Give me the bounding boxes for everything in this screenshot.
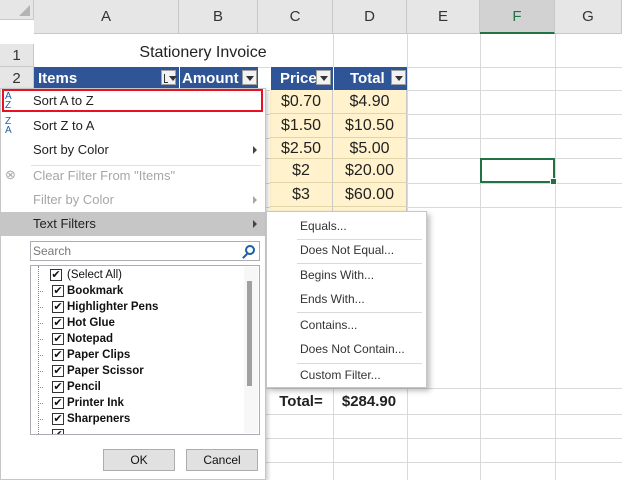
list-item-label: Paper Clips xyxy=(67,349,131,361)
select-all-corner[interactable] xyxy=(0,0,34,20)
total-filter-dropdown[interactable] xyxy=(391,70,406,85)
checkbox-icon[interactable]: ✔ xyxy=(52,413,64,425)
amount-filter-dropdown[interactable] xyxy=(242,70,257,85)
list-item-label: Sharpeners xyxy=(67,413,131,425)
does-not-contain-option[interactable]: Does Not Contain... xyxy=(300,337,405,361)
active-cell-f7[interactable] xyxy=(480,158,557,185)
checkbox-icon[interactable]: ✔ xyxy=(52,333,64,345)
price-cell[interactable]: $1.50 xyxy=(270,114,333,138)
submenu-arrow-icon xyxy=(253,196,257,204)
invoice-title[interactable]: Stationery Invoice xyxy=(34,44,372,62)
grand-total-label[interactable]: Total= xyxy=(270,390,332,414)
filter-search-input[interactable]: Search xyxy=(30,241,260,261)
total-cell[interactable]: $10.50 xyxy=(333,114,407,138)
list-item[interactable]: ✔ Hot Glue xyxy=(38,315,115,331)
checkbox-icon: ✔ xyxy=(52,429,64,434)
total-cell[interactable]: $4.90 xyxy=(333,90,407,114)
list-item-label: Highlighter Pens xyxy=(67,301,159,313)
column-header-e[interactable]: E xyxy=(407,0,480,34)
list-item-label: Notepad xyxy=(67,333,113,345)
column-header-b[interactable]: B xyxy=(179,0,258,34)
list-item-select-all[interactable]: ✔ (Select All) xyxy=(50,267,122,283)
total-cell[interactable]: $5.00 xyxy=(333,138,407,159)
checkbox-icon[interactable]: ✔ xyxy=(52,317,64,329)
price-cell[interactable]: $3 xyxy=(270,183,333,207)
clear-filter-icon: ⊗ xyxy=(5,167,16,182)
header-price[interactable]: Price xyxy=(270,67,333,90)
list-item[interactable]: ✔ Highlighter Pens xyxy=(38,299,159,315)
list-item-label: (Select All) xyxy=(67,269,122,281)
header-total-label: Total xyxy=(350,70,385,87)
list-item[interactable]: ✔ Paper Scissor xyxy=(38,363,144,379)
items-filter-dropdown[interactable] xyxy=(161,70,177,85)
checkbox-icon[interactable]: ✔ xyxy=(52,365,64,377)
list-item[interactable]: ✔ Printer Ink xyxy=(38,395,124,411)
grand-total-value[interactable]: $284.90 xyxy=(333,390,405,414)
search-placeholder: Search xyxy=(33,244,72,258)
search-icon xyxy=(245,245,255,255)
header-items[interactable]: Items xyxy=(34,67,179,90)
price-cell[interactable]: $2.50 xyxy=(270,138,333,159)
equals-option[interactable]: Equals... xyxy=(300,214,347,238)
header-price-label: Price xyxy=(280,70,317,87)
column-header-d[interactable]: D xyxy=(333,0,407,34)
header-amount-label: Amount xyxy=(182,70,239,87)
clear-filter[interactable]: ⊗ Clear Filter From "Items" xyxy=(1,164,265,188)
column-header-a[interactable]: A xyxy=(34,0,179,34)
list-item-label: Bookmark xyxy=(67,285,124,297)
sort-z-to-a[interactable]: ZA Sort Z to A xyxy=(1,114,265,138)
list-item-label: Printer Ink xyxy=(67,397,124,409)
text-filters-label: Text Filters xyxy=(33,216,96,231)
list-item-label: Pencil xyxy=(67,381,101,393)
custom-filter-option[interactable]: Custom Filter... xyxy=(300,363,381,387)
submenu-arrow-icon xyxy=(253,220,257,228)
sort-a-to-z-highlight xyxy=(2,89,263,112)
sort-by-color-label: Sort by Color xyxy=(33,142,109,157)
ok-button[interactable]: OK xyxy=(103,449,175,471)
column-header-f[interactable]: F xyxy=(480,0,555,34)
list-item[interactable]: ✔ Bookmark xyxy=(38,283,124,299)
row-header-1[interactable]: 1 xyxy=(0,44,34,67)
list-item-label: Paper Scissor xyxy=(67,365,144,377)
sort-za-icon: ZA xyxy=(5,116,12,136)
filter-by-color-label: Filter by Color xyxy=(33,192,114,207)
contains-option[interactable]: Contains... xyxy=(300,313,357,337)
row-header-2[interactable]: 2 xyxy=(0,67,34,90)
header-items-label: Items xyxy=(38,70,78,87)
column-header-c[interactable]: C xyxy=(258,0,333,34)
clear-filter-label: Clear Filter From "Items" xyxy=(33,168,176,183)
filter-value-list[interactable]: ✔ (Select All) ✔ Bookmark ✔ Highlighter Pe… xyxy=(30,265,260,435)
list-item[interactable]: ✔ Sharpeners xyxy=(38,411,131,427)
checkbox-icon[interactable]: ✔ xyxy=(52,285,64,297)
list-scrollbar[interactable] xyxy=(244,267,258,433)
price-cell[interactable]: $2 xyxy=(270,159,333,183)
checkbox-icon[interactable]: ✔ xyxy=(52,397,64,409)
list-item-label: Hot Glue xyxy=(67,317,115,329)
list-item[interactable]: ✔ Pencil xyxy=(38,379,101,395)
list-item[interactable]: ✔ Notepad xyxy=(38,331,113,347)
price-cell[interactable]: $0.70 xyxy=(270,90,333,114)
does-not-equal-option[interactable]: Does Not Equal... xyxy=(300,238,394,262)
checkbox-icon[interactable]: ✔ xyxy=(50,269,62,281)
begins-with-option[interactable]: Begins With... xyxy=(300,263,374,287)
checkbox-icon[interactable]: ✔ xyxy=(52,349,64,361)
header-amount[interactable]: Amount xyxy=(179,67,258,90)
submenu-arrow-icon xyxy=(253,146,257,154)
filter-by-color[interactable]: Filter by Color xyxy=(1,188,265,212)
column-header-g[interactable]: G xyxy=(555,0,622,34)
scrollbar-thumb[interactable] xyxy=(247,281,252,386)
header-total[interactable]: Total xyxy=(333,67,407,90)
cancel-button[interactable]: Cancel xyxy=(186,449,258,471)
text-filters[interactable]: Text Filters xyxy=(1,212,265,236)
sort-z-to-a-label: Sort Z to A xyxy=(33,118,95,133)
checkbox-icon[interactable]: ✔ xyxy=(52,301,64,313)
text-filters-submenu: Equals... Does Not Equal... Begins With.… xyxy=(266,211,427,388)
total-cell[interactable]: $60.00 xyxy=(333,183,407,207)
sort-by-color[interactable]: Sort by Color xyxy=(1,138,265,162)
ends-with-option[interactable]: Ends With... xyxy=(300,287,365,311)
list-item[interactable]: ✔ Paper Clips xyxy=(38,347,131,363)
price-filter-dropdown[interactable] xyxy=(316,70,331,85)
total-cell[interactable]: $20.00 xyxy=(333,159,407,183)
checkbox-icon[interactable]: ✔ xyxy=(52,381,64,393)
